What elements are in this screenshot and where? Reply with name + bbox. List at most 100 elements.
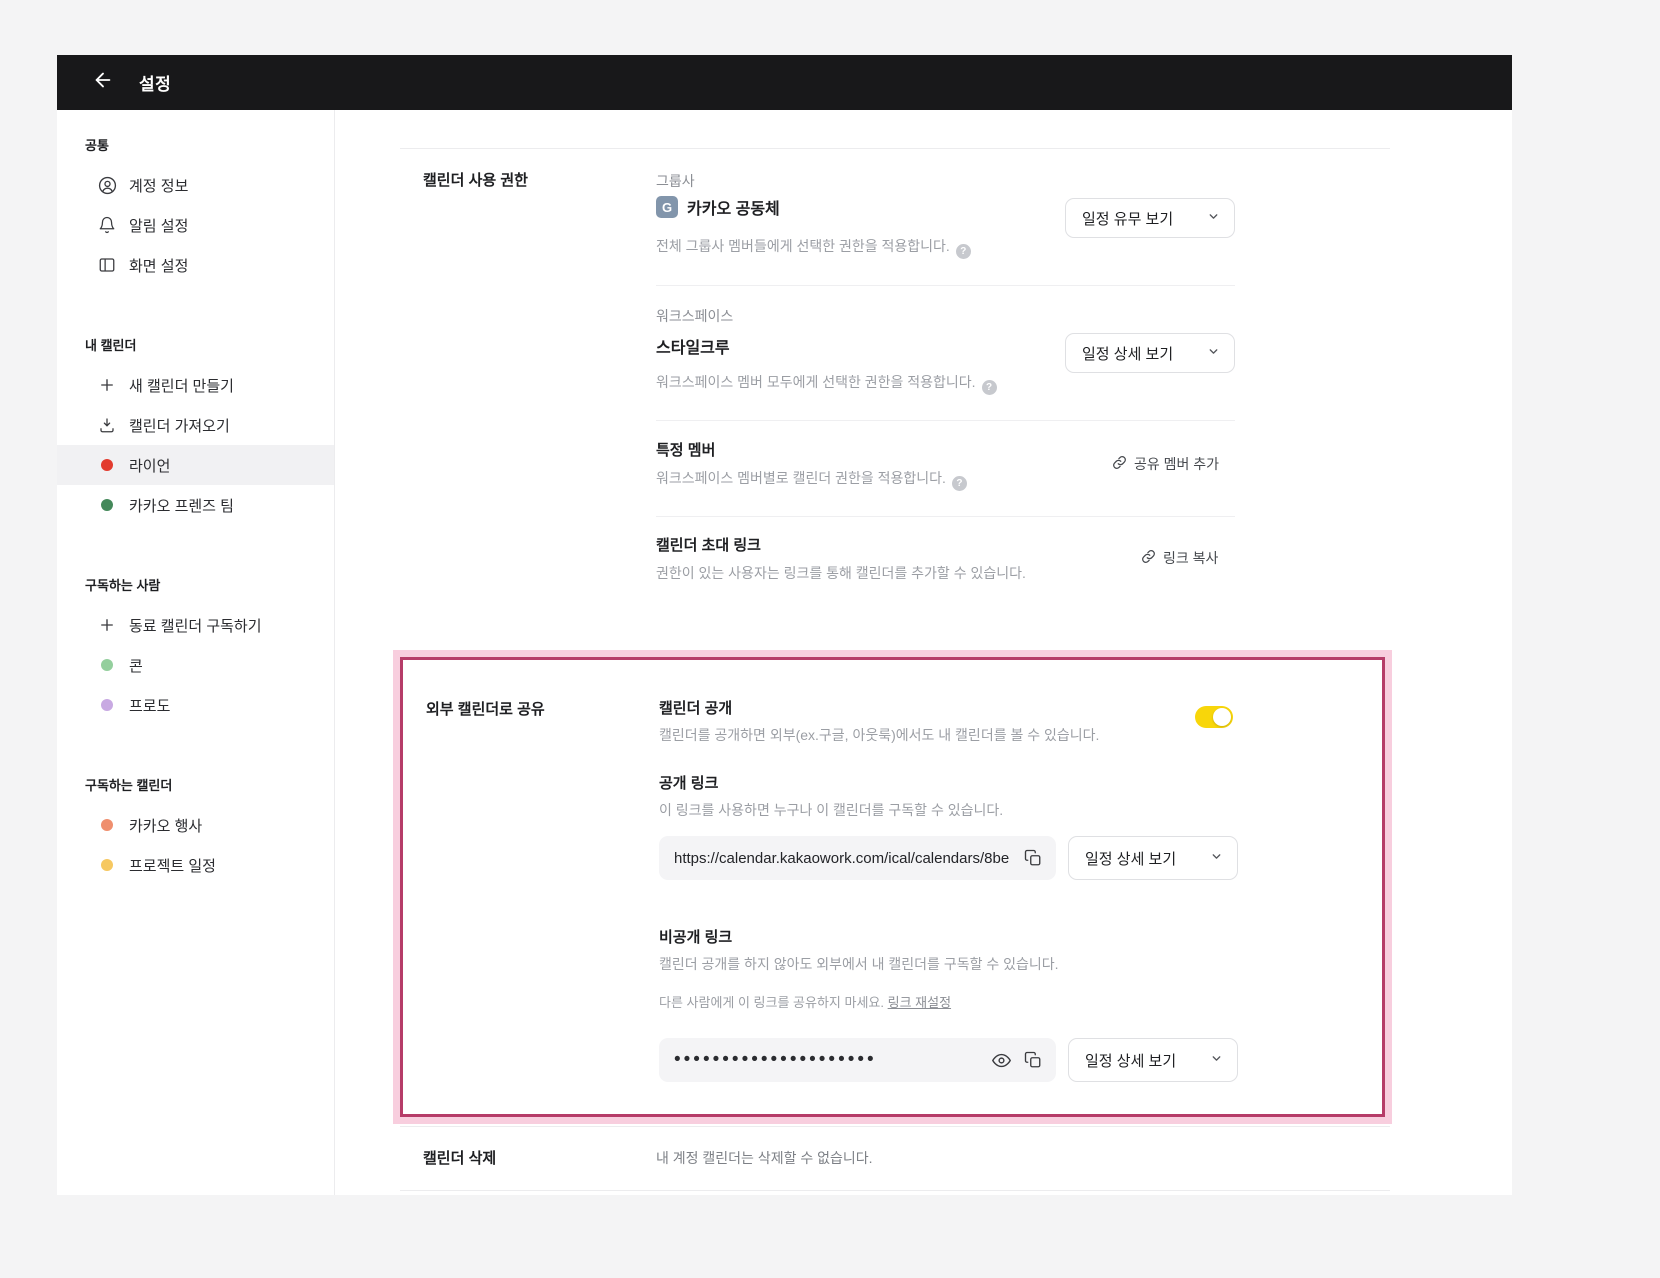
plus-icon [97, 375, 117, 395]
workspace-permission-dropdown[interactable]: 일정 상세 보기 [1065, 333, 1235, 373]
chevron-down-icon [1210, 850, 1223, 867]
sidebar-item-subscribe-colleague[interactable]: 동료 캘린더 구독하기 [57, 605, 334, 645]
sidebar-section-title: 구독하는 캘린더 [57, 777, 334, 795]
arrow-left-icon [92, 69, 114, 96]
plus-icon [97, 615, 117, 635]
chevron-down-icon [1207, 345, 1220, 362]
chevron-down-icon [1207, 210, 1220, 227]
section-label-delete-calendar: 캘린더 삭제 [423, 1147, 496, 1168]
account-icon [97, 175, 117, 195]
sidebar-item-calendar-kakao-friends-team[interactable]: 카카오 프렌즈 팀 [57, 485, 334, 525]
public-link-url: https://calendar.kakaowork.com/ical/cale… [674, 850, 1012, 867]
group-name: 카카오 공동체 [687, 195, 780, 219]
sidebar-section-title: 구독하는 사람 [57, 577, 334, 595]
row-divider [656, 420, 1235, 421]
screen-layout-icon [97, 255, 117, 275]
sidebar-item-label: 계정 정보 [129, 175, 188, 196]
bell-icon [97, 215, 117, 235]
sidebar-section-title: 공통 [57, 137, 334, 155]
settings-window: 설정 공통 계정 정보 알림 설정 화면 설정 [57, 55, 1512, 1195]
group-permission-dropdown[interactable]: 일정 유무 보기 [1065, 198, 1235, 238]
group-sublabel: 그룹사 [656, 171, 695, 191]
invite-link-title: 캘린더 초대 링크 [656, 534, 761, 555]
row-divider [656, 285, 1235, 286]
public-link-field[interactable]: https://calendar.kakaowork.com/ical/cale… [659, 836, 1056, 880]
sidebar-item-label: 카카오 행사 [129, 815, 202, 836]
workspace-name: 스타일크루 [656, 334, 730, 358]
help-icon[interactable]: ? [982, 380, 997, 395]
sidebar-item-person-frodo[interactable]: 프로도 [57, 685, 334, 725]
calendar-color-dot [97, 455, 117, 475]
public-link-permission-dropdown[interactable]: 일정 상세 보기 [1068, 836, 1238, 880]
section-label-calendar-permission: 캘린더 사용 권한 [423, 169, 528, 190]
sidebar-item-label: 새 캘린더 만들기 [129, 375, 234, 396]
specific-member-desc: 워크스페이스 멤버별로 캘린더 권한을 적용합니다.? [656, 468, 967, 491]
sidebar-section-title: 내 캘린더 [57, 337, 334, 355]
private-link-field[interactable]: ••••••••••••••••••••• [659, 1038, 1056, 1082]
chevron-down-icon [1210, 1052, 1223, 1069]
sidebar-section-subscribed-people: 구독하는 사람 동료 캘린더 구독하기 콘 프로도 [57, 577, 334, 725]
calendar-color-dot [97, 815, 117, 835]
reset-link-button[interactable]: 링크 재설정 [888, 995, 951, 1010]
workspace-desc: 워크스페이스 멤버 모두에게 선택한 권한을 적용합니다.? [656, 372, 997, 395]
sidebar-section-subscribed-calendars: 구독하는 캘린더 카카오 행사 프로젝트 일정 [57, 777, 334, 885]
sidebar-item-calendar-kakao-events[interactable]: 카카오 행사 [57, 805, 334, 845]
sidebar-item-label: 동료 캘린더 구독하기 [129, 615, 262, 636]
specific-member-title: 특정 멤버 [656, 439, 715, 460]
public-link-title: 공개 링크 [659, 772, 718, 793]
sidebar: 공통 계정 정보 알림 설정 화면 설정 내 캘린더 [57, 110, 335, 1195]
add-shared-member-button[interactable]: 공유 멤버 추가 [1112, 454, 1219, 474]
calendar-public-toggle[interactable] [1195, 706, 1233, 728]
private-link-masked-value: ••••••••••••••••••••• [674, 1038, 980, 1082]
eye-icon[interactable] [990, 1049, 1012, 1071]
private-link-permission-dropdown[interactable]: 일정 상세 보기 [1068, 1038, 1238, 1082]
private-link-desc: 캘린더 공개를 하지 않아도 외부에서 내 캘린더를 구독할 수 있습니다. [659, 954, 1059, 974]
copy-icon[interactable] [1022, 847, 1044, 869]
section-divider [400, 148, 1390, 149]
row-divider [656, 516, 1235, 517]
settings-header: 설정 [57, 55, 1512, 110]
sidebar-section-common: 공통 계정 정보 알림 설정 화면 설정 [57, 137, 334, 285]
private-link-warning: 다른 사람에게 이 링크를 공유하지 마세요. 링크 재설정 [659, 992, 951, 1011]
calendar-public-desc: 캘린더를 공개하면 외부(ex.구글, 아웃룩)에서도 내 캘린더를 볼 수 있… [659, 725, 1099, 745]
sidebar-item-import-calendar[interactable]: 캘린더 가져오기 [57, 405, 334, 445]
private-link-title: 비공개 링크 [659, 926, 732, 947]
sidebar-item-account-info[interactable]: 계정 정보 [57, 165, 334, 205]
section-label-external-share: 외부 캘린더로 공유 [426, 698, 545, 719]
sidebar-item-calendar-project-schedule[interactable]: 프로젝트 일정 [57, 845, 334, 885]
sidebar-item-label: 카카오 프렌즈 팀 [129, 495, 234, 516]
sidebar-item-label: 화면 설정 [129, 255, 188, 276]
sidebar-item-label: 프로젝트 일정 [129, 855, 216, 876]
section-divider [400, 1190, 1390, 1191]
help-icon[interactable]: ? [952, 476, 967, 491]
sidebar-item-calendar-ryan[interactable]: 라이언 [57, 445, 334, 485]
copy-icon[interactable] [1022, 1049, 1044, 1071]
copy-link-button[interactable]: 링크 복사 [1141, 548, 1218, 568]
calendar-color-dot [97, 695, 117, 715]
sidebar-item-new-calendar[interactable]: 새 캘린더 만들기 [57, 365, 334, 405]
group-desc: 전체 그룹사 멤버들에게 선택한 권한을 적용합니다.? [656, 236, 971, 259]
back-button[interactable] [91, 71, 115, 95]
delete-calendar-desc: 내 계정 캘린더는 삭제할 수 없습니다. [656, 1148, 873, 1168]
group-badge: G [656, 196, 678, 218]
sidebar-item-person-con[interactable]: 콘 [57, 645, 334, 685]
toggle-knob [1213, 708, 1231, 726]
external-share-highlight-box: 외부 캘린더로 공유 캘린더 공개 캘린더를 공개하면 외부(ex.구글, 아웃… [400, 657, 1385, 1117]
section-divider [400, 1126, 1390, 1127]
import-download-icon [97, 415, 117, 435]
help-icon[interactable]: ? [956, 244, 971, 259]
sidebar-section-my-calendar: 내 캘린더 새 캘린더 만들기 캘린더 가져오기 라이언 카카오 프렌즈 팀 [57, 337, 334, 525]
sidebar-item-label: 알림 설정 [129, 215, 188, 236]
public-link-desc: 이 링크를 사용하면 누구나 이 캘린더를 구독할 수 있습니다. [659, 800, 1003, 820]
workspace-sublabel: 워크스페이스 [656, 306, 733, 326]
page-title: 설정 [139, 70, 171, 95]
sidebar-item-label: 콘 [129, 655, 143, 676]
calendar-color-dot [97, 655, 117, 675]
sidebar-item-notification-settings[interactable]: 알림 설정 [57, 205, 334, 245]
sidebar-item-screen-settings[interactable]: 화면 설정 [57, 245, 334, 285]
link-icon [1141, 549, 1156, 567]
sidebar-item-label: 캘린더 가져오기 [129, 415, 230, 436]
calendar-color-dot [97, 855, 117, 875]
calendar-color-dot [97, 495, 117, 515]
calendar-public-title: 캘린더 공개 [659, 697, 732, 718]
